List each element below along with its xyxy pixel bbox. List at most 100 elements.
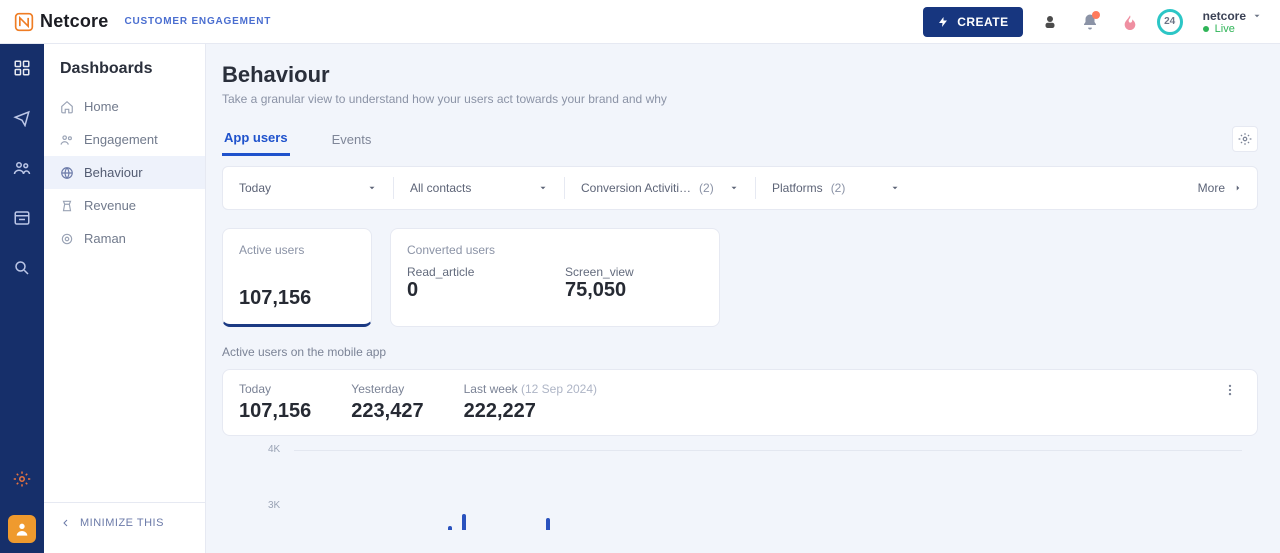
y-tick: 4K [268,444,280,455]
brand: Netcore CUSTOMER ENGAGEMENT [14,11,271,32]
kpi-title: Active users [239,243,355,257]
page-subtitle: Take a granular view to understand how y… [222,92,1258,106]
y-tick: 3K [268,500,280,511]
filters-bar: Today All contacts Conversion Activiti… … [222,166,1258,210]
summary-label: Today [239,382,311,396]
metric-value: 75,050 [565,279,703,302]
chart-bar [448,526,452,530]
account-status: Live [1203,23,1235,35]
filter-date-label: Today [239,181,271,195]
kpi-title: Converted users [407,243,703,257]
hourly-chart: 4K 3K [222,444,1258,534]
sidebar-item-behaviour[interactable]: Behaviour [44,156,205,189]
rail-search[interactable] [8,254,36,282]
summary-today: Today 107,156 [239,382,311,423]
rail-settings[interactable] [8,465,36,493]
status-ring[interactable]: 24 [1157,9,1183,35]
kpi-active-users[interactable]: Active users 107,156 [222,228,372,327]
summary-value: 223,427 [351,400,423,423]
left-rail [0,44,44,553]
page-title: Behaviour [222,62,1258,88]
sidebar-item-label: Raman [84,231,126,246]
account-name: netcore [1203,9,1262,23]
tabs: App users Events [222,122,1258,156]
chevron-down-icon [367,183,377,193]
converted-metrics: Read_article 0 Screen_view 75,050 [407,265,703,302]
status-ring-value: 24 [1164,16,1175,27]
summary-last-week: Last week (12 Sep 2024) 222,227 [464,382,597,423]
chart-bar [462,514,466,530]
chevron-down-icon [890,183,900,193]
filter-activity-label: Conversion Activiti… [581,181,691,195]
sidebar: Dashboards Home Engagement Behaviour Rev… [44,44,206,553]
sidebar-item-label: Home [84,99,119,114]
sidebar-item-label: Revenue [84,198,136,213]
chart-bars [294,450,1242,530]
filter-platforms[interactable]: Platforms (2) [756,167,916,209]
summary-label: Yesterday [351,382,423,396]
minimize-sidebar-button[interactable]: MINIMIZE THIS [44,502,205,543]
create-button[interactable]: CREATE [923,7,1022,37]
filters-more[interactable]: More [1198,181,1257,195]
kpi-value: 107,156 [239,287,355,310]
summary-value: 222,227 [464,400,597,423]
notifications-dot [1092,11,1100,19]
metric-value: 0 [407,279,545,302]
sidebar-nav: Home Engagement Behaviour Revenue Raman [44,90,205,255]
brand-wordmark: Netcore [40,11,108,32]
topbar-right: CREATE 24 netcore Live [923,7,1262,37]
account-name-text: netcore [1203,9,1246,23]
summary-yesterday: Yesterday 223,427 [351,382,423,423]
kpi-converted-users[interactable]: Converted users Read_article 0 Screen_vi… [390,228,720,327]
filter-platforms-count: (2) [831,181,846,195]
summary-label-text: Last week [464,382,518,396]
brand-logo-icon [14,12,34,32]
section-caption: Active users on the mobile app [222,345,1258,359]
minimize-label: MINIMIZE THIS [80,517,164,529]
tab-label: App users [224,130,288,145]
rail-content[interactable] [8,204,36,232]
chevron-down-icon [729,183,739,193]
rail-dashboards[interactable] [8,54,36,82]
sidebar-title: Dashboards [60,60,189,78]
metric-label: Read_article [407,265,545,279]
sidebar-item-engagement[interactable]: Engagement [44,123,205,156]
sidebar-item-label: Behaviour [84,165,143,180]
summary-row: Today 107,156 Yesterday 223,427 Last wee… [222,369,1258,436]
assistant-avatar-icon[interactable] [1037,9,1063,35]
filters-more-label: More [1198,181,1225,195]
summary-label: Last week (12 Sep 2024) [464,382,597,396]
topbar: Netcore CUSTOMER ENGAGEMENT CREATE 24 ne… [0,0,1280,44]
sidebar-item-label: Engagement [84,132,158,147]
filter-contacts[interactable]: All contacts [394,167,564,209]
account-menu[interactable]: netcore Live [1203,9,1262,35]
summary-value: 107,156 [239,400,311,423]
filter-platforms-label: Platforms [772,181,823,195]
filter-date[interactable]: Today [223,167,393,209]
account-status-text: Live [1215,23,1235,35]
rail-audience[interactable] [8,154,36,182]
kpi-row: Active users 107,156 Converted users Rea… [222,228,1258,327]
sidebar-item-home[interactable]: Home [44,90,205,123]
metric-label: Screen_view [565,265,703,279]
summary-label-hint: (12 Sep 2024) [521,382,597,396]
tab-settings-button[interactable] [1232,126,1258,152]
chart-bar [546,518,550,530]
tab-label: Events [332,132,372,147]
create-button-label: CREATE [957,15,1008,29]
filter-activity-count: (2) [699,181,714,195]
main-content: Behaviour Take a granular view to unders… [206,44,1280,553]
filter-contacts-label: All contacts [410,181,471,195]
chevron-down-icon [538,183,548,193]
tab-events[interactable]: Events [330,124,374,155]
sidebar-item-raman[interactable]: Raman [44,222,205,255]
brand-subtitle: CUSTOMER ENGAGEMENT [124,16,271,27]
tab-app-users[interactable]: App users [222,122,290,156]
rail-campaigns[interactable] [8,104,36,132]
sidebar-item-revenue[interactable]: Revenue [44,189,205,222]
flame-icon[interactable] [1117,9,1143,35]
rail-profile-icon[interactable] [8,515,36,543]
summary-menu-button[interactable] [1223,382,1241,398]
filter-activity[interactable]: Conversion Activiti… (2) [565,167,755,209]
notifications-icon[interactable] [1077,9,1103,35]
